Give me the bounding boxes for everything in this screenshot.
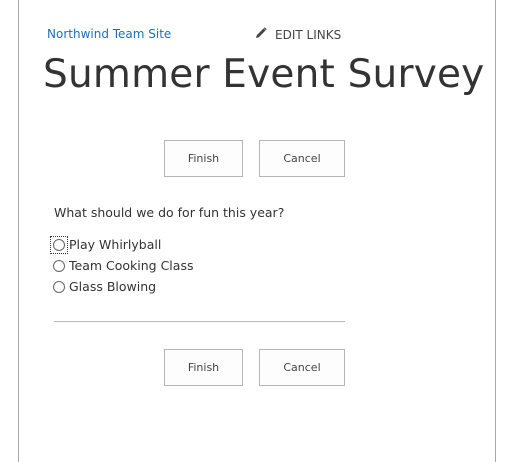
option-team-cooking-class[interactable]: Team Cooking Class <box>51 255 193 276</box>
option-play-whirlyball[interactable]: Play Whirlyball <box>50 234 193 255</box>
finish-button-top[interactable]: Finish <box>164 140 243 177</box>
survey-question: What should we do for fun this year? <box>54 205 285 220</box>
edit-links-button[interactable]: EDIT LINKS <box>255 27 341 42</box>
option-label: Glass Blowing <box>69 279 157 294</box>
page-frame: Northwind Team Site EDIT LINKS Summer Ev… <box>18 0 496 462</box>
finish-button-bottom[interactable]: Finish <box>164 349 243 386</box>
cancel-button-bottom[interactable]: Cancel <box>259 349 345 386</box>
radio-button[interactable] <box>51 258 67 274</box>
option-label: Team Cooking Class <box>69 258 194 273</box>
edit-links-label: EDIT LINKS <box>275 27 342 42</box>
page-title: Summer Event Survey <box>43 52 485 97</box>
divider <box>54 321 345 322</box>
radio-button[interactable] <box>51 279 67 295</box>
site-title-link[interactable]: Northwind Team Site <box>47 27 171 41</box>
answer-options: Play Whirlyball Team Cooking Class Glass… <box>50 234 193 297</box>
pencil-icon <box>255 27 275 42</box>
cancel-button-top[interactable]: Cancel <box>259 140 345 177</box>
radio-circle-icon <box>53 280 65 293</box>
radio-circle-icon <box>53 238 65 251</box>
radio-button[interactable] <box>50 235 68 254</box>
option-label: Play Whirlyball <box>69 237 162 252</box>
radio-circle-icon <box>53 259 65 272</box>
option-glass-blowing[interactable]: Glass Blowing <box>51 276 193 297</box>
